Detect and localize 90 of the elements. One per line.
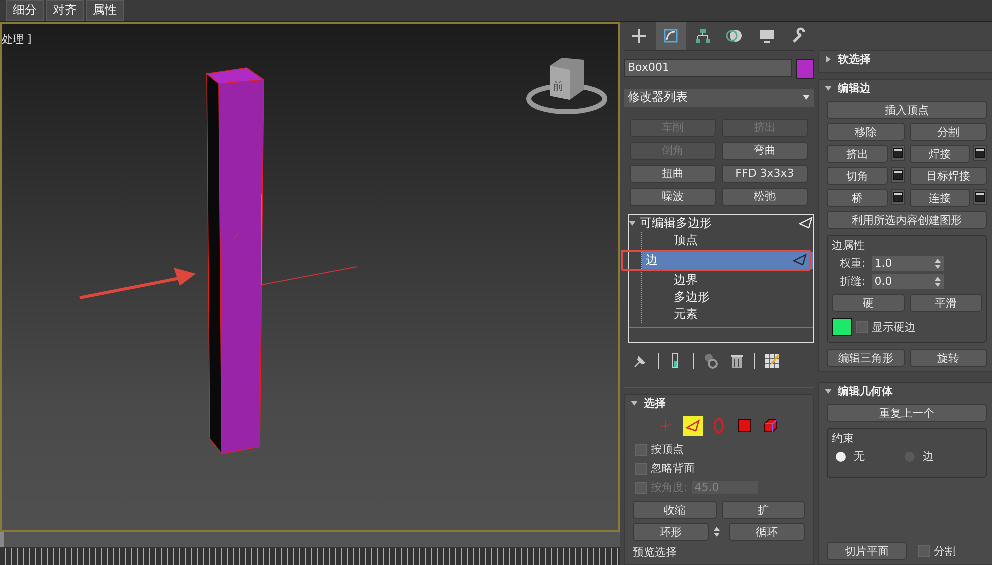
sub-object-item[interactable]: 元素	[670, 306, 813, 323]
sub-object-item[interactable]: 边	[642, 252, 813, 269]
collapse-arrow-icon[interactable]	[631, 400, 638, 407]
constraint-radio[interactable]: 边	[905, 449, 934, 464]
settings-button[interactable]	[973, 145, 987, 161]
selection-button[interactable]: 循环	[729, 523, 805, 541]
modifier-button[interactable]: 松弛	[722, 188, 808, 206]
stack-item[interactable]: 可编辑多边形	[640, 214, 712, 232]
cube-icon	[762, 417, 780, 435]
sub-object-button[interactable]	[683, 416, 703, 436]
group-title: 约束	[832, 431, 855, 446]
collapse-arrow-icon[interactable]	[825, 85, 832, 92]
edit-button[interactable]: 移除	[827, 123, 904, 141]
edit-button[interactable]: 利用所选内容创建图形	[827, 211, 987, 229]
spinner-arrows-icon[interactable]	[934, 258, 941, 268]
spinner-label: 权重:	[840, 256, 866, 271]
menu-tab[interactable]: 对齐	[46, 0, 84, 21]
split-checkbox[interactable]: 分割	[918, 542, 956, 560]
selection-button[interactable]: 收缩	[633, 501, 716, 519]
edit-button[interactable]: 挤出	[827, 145, 888, 163]
modifier-button[interactable]: 弯曲	[722, 142, 808, 160]
option-checkbox[interactable]: 按顶点	[635, 442, 803, 457]
edit-button[interactable]: 桥	[827, 189, 888, 207]
window-icon	[975, 148, 985, 158]
menu-tab[interactable]: 属性	[86, 0, 124, 21]
rollout-title[interactable]: 软选择	[838, 52, 871, 67]
triangle-icon	[684, 417, 702, 435]
edge-button[interactable]: 平滑	[910, 294, 982, 312]
modifier-button[interactable]: FFD 3x3x3	[722, 164, 808, 183]
sub-object-item[interactable]: 顶点	[670, 232, 813, 249]
spinner-label: 折缝:	[840, 274, 866, 289]
caret-icon	[803, 95, 810, 100]
spinner-arrows-icon[interactable]	[714, 527, 720, 537]
constraint-radio[interactable]: 无	[836, 449, 865, 464]
object-color-swatch[interactable]	[796, 58, 814, 79]
sub-object-item[interactable]: 多边形	[670, 288, 813, 306]
settings-button[interactable]	[973, 189, 987, 205]
edit-button[interactable]: 编辑三角形	[827, 349, 904, 367]
collapse-arrow-icon[interactable]	[825, 388, 832, 395]
edit-button[interactable]: 插入顶点	[827, 101, 987, 119]
group-title: 预览选择	[633, 545, 678, 560]
menu-tab[interactable]: 细分	[6, 0, 44, 21]
slice-plane-button[interactable]: 切片平面	[827, 542, 907, 560]
settings-button[interactable]	[890, 145, 904, 161]
rollout-title[interactable]: 选择	[644, 396, 666, 411]
square-icon	[736, 417, 754, 435]
trash-icon[interactable]	[728, 352, 746, 370]
rollout-title[interactable]: 编辑边	[838, 81, 871, 96]
settings-button[interactable]	[890, 167, 904, 183]
bend-curve-icon	[662, 26, 680, 45]
show-hard-edges-checkbox[interactable]: 显示硬边	[856, 320, 916, 334]
selection-button[interactable]: 环形	[633, 523, 709, 541]
circles-icon[interactable]	[702, 352, 720, 370]
edit-button[interactable]: 连接	[910, 189, 970, 207]
plus-icon	[630, 26, 648, 45]
modifier-list-dropdown[interactable]: 修改器列表	[624, 88, 814, 107]
triangle-icon	[793, 254, 807, 266]
viewport[interactable]: 前 处理 ]	[0, 22, 620, 532]
collapse-arrow-icon[interactable]	[629, 220, 636, 227]
spinner-field[interactable]: 0.0	[872, 274, 944, 289]
hard-edge-color-swatch[interactable]	[832, 318, 852, 336]
edit-button[interactable]: 目标焊接	[910, 167, 987, 185]
modifier-button[interactable]: 噪波	[630, 188, 716, 206]
expand-arrow-icon[interactable]	[825, 56, 832, 63]
triangle-icon	[799, 217, 813, 230]
spinner-arrows-icon[interactable]	[934, 276, 941, 286]
modifier-button[interactable]: 扭曲	[630, 164, 716, 183]
rollout-title[interactable]: 编辑几何体	[838, 384, 893, 399]
edit-button[interactable]: 分割	[910, 123, 987, 141]
window-icon	[892, 170, 902, 180]
panel-tab[interactable]	[656, 22, 686, 50]
edit-button[interactable]: 焊接	[910, 145, 970, 163]
group-title: 边属性	[832, 238, 866, 253]
sub-object-item[interactable]: 边界	[670, 272, 813, 289]
grid-pencil-icon[interactable]	[763, 352, 781, 370]
option-checkbox[interactable]: 忽略背面	[635, 461, 803, 476]
repeat-last-button[interactable]: 重复上一个	[827, 404, 987, 422]
object-name-field[interactable]: Box001	[624, 58, 792, 77]
viewport-label[interactable]: 处理 ]	[2, 32, 32, 47]
window-icon	[892, 148, 902, 158]
edge-button[interactable]: 硬	[832, 294, 904, 312]
time-slider-handle[interactable]	[0, 532, 4, 547]
edit-button[interactable]: 切角	[827, 167, 888, 185]
edit-button[interactable]: 旋转	[910, 349, 987, 367]
selection-button[interactable]: 扩	[722, 501, 805, 519]
spinner-field[interactable]: 1.0	[872, 256, 944, 271]
hierarchy-icon	[694, 26, 712, 45]
window-icon	[892, 192, 902, 202]
settings-button[interactable]	[890, 189, 904, 205]
window-icon	[975, 192, 985, 202]
